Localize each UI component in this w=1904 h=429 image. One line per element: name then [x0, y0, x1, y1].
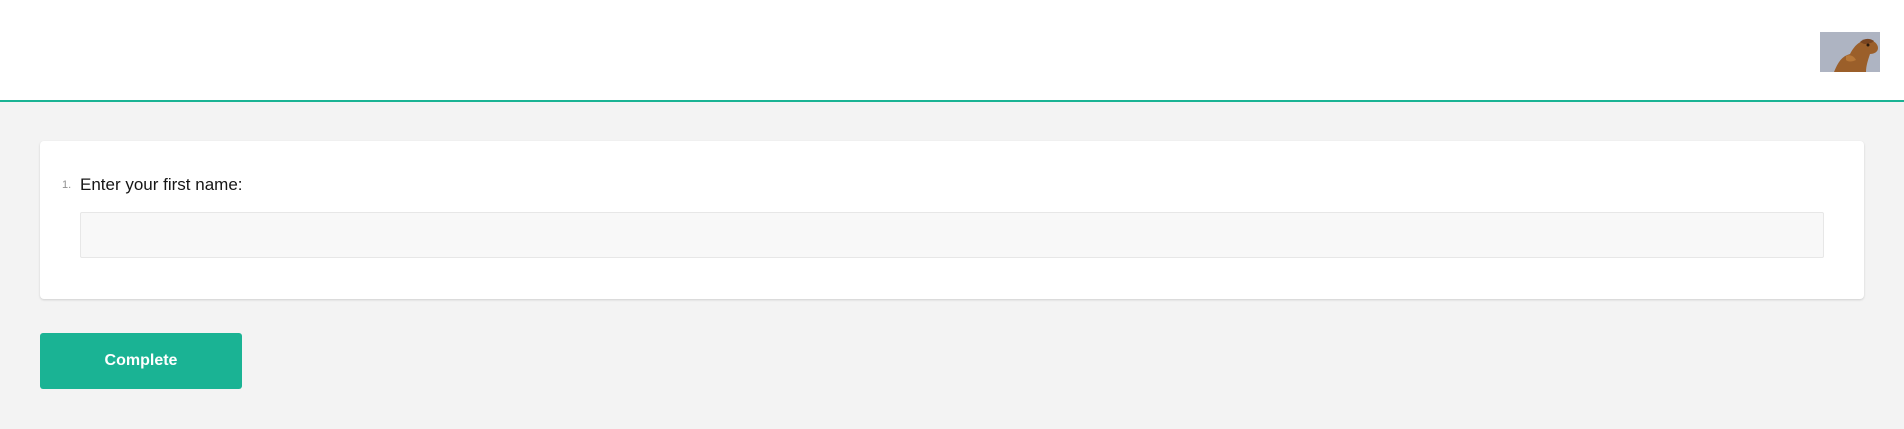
- question-card: 1. Enter your first name:: [40, 141, 1864, 299]
- camel-logo-icon: [1820, 32, 1880, 72]
- complete-button[interactable]: Complete: [40, 333, 242, 389]
- question-title: Enter your first name:: [80, 175, 243, 194]
- question-number: 1.: [62, 179, 72, 191]
- survey-header: [0, 0, 1904, 102]
- first-name-input[interactable]: [80, 212, 1824, 258]
